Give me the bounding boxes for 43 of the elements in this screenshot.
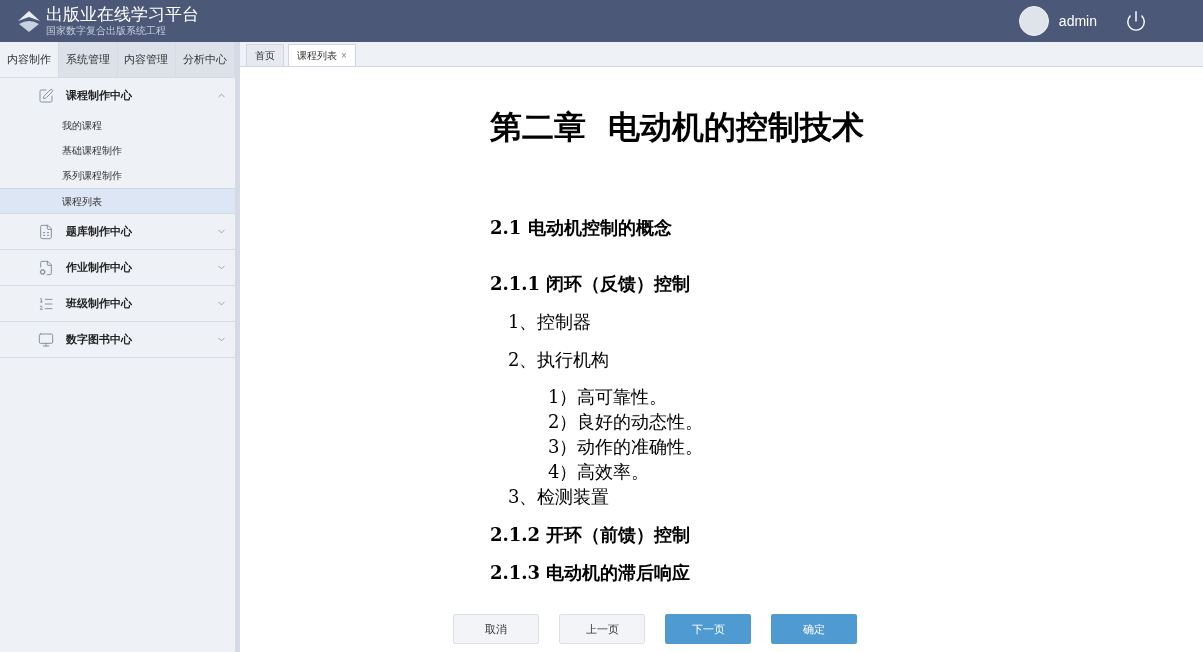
menu-group-label: 题库制作中心 (66, 224, 133, 240)
menu-group-label: 数字图书中心 (66, 332, 133, 348)
sidebar-tab[interactable]: 内容管理 (117, 42, 177, 77)
page-tab[interactable]: 课程列表 × (288, 44, 356, 66)
sidebar-tab[interactable]: 分析中心 (176, 42, 235, 77)
menu-group-label: 班级制作中心 (66, 296, 133, 312)
menu-item[interactable]: 系列课程制作 (0, 163, 235, 188)
power-icon[interactable] (1125, 10, 1147, 32)
list-item: 2）良好的动态性。 (548, 411, 704, 432)
list-item: 1）高可靠性。 (548, 386, 668, 407)
close-icon[interactable]: × (341, 48, 347, 63)
logo-title: 出版业在线学习平台 (46, 5, 199, 25)
monitor-icon (38, 331, 54, 348)
subsection-heading: 2.1.1 闭环（反馈）控制 (490, 273, 691, 294)
list-item: 2、执行机构 (508, 349, 610, 370)
action-button[interactable]: 上一页 (559, 614, 645, 644)
list-icon (38, 295, 54, 312)
username[interactable]: admin (1058, 10, 1097, 32)
menu-group[interactable]: 作业制作中心 (0, 250, 235, 285)
menu-group-label: 课程制作中心 (66, 88, 133, 104)
page-tab[interactable]: 首页 (246, 44, 284, 66)
chapter-title: 第二章 电动机的控制技术 (490, 107, 865, 148)
menu-group[interactable]: 课程制作中心 (0, 78, 235, 113)
sidebar-tab[interactable]: 系统管理 (58, 42, 118, 77)
action-button[interactable]: 取消 (453, 614, 539, 644)
document-gear-icon (38, 259, 54, 276)
edit-icon (38, 87, 54, 104)
menu-item[interactable]: 基础课程制作 (0, 138, 235, 163)
list-item: 3）动作的准确性。 (548, 436, 704, 457)
menu-group[interactable]: 班级制作中心 (0, 286, 235, 321)
menu-group[interactable]: 数字图书中心 (0, 322, 235, 357)
menu-group-label: 作业制作中心 (66, 260, 133, 276)
subsection-heading: 2.1.3 电动机的滞后响应 (490, 562, 691, 583)
subsection-heading: 2.1.2 开环（前馈）控制 (490, 524, 691, 545)
menu-item[interactable]: 课程列表 (0, 188, 235, 213)
menu-group[interactable]: 题库制作中心 (0, 214, 235, 249)
avatar[interactable] (1018, 6, 1049, 36)
section-heading: 2.1 电动机控制的概念 (490, 217, 672, 238)
list-item: 3、检测装置 (508, 486, 610, 507)
menu-item[interactable]: 我的课程 (0, 113, 235, 138)
list-item: 4）高效率。 (548, 461, 650, 482)
logo-subtitle: 国家数字复合出版系统工程 (46, 25, 167, 37)
list-item: 1、控制器 (508, 311, 592, 332)
